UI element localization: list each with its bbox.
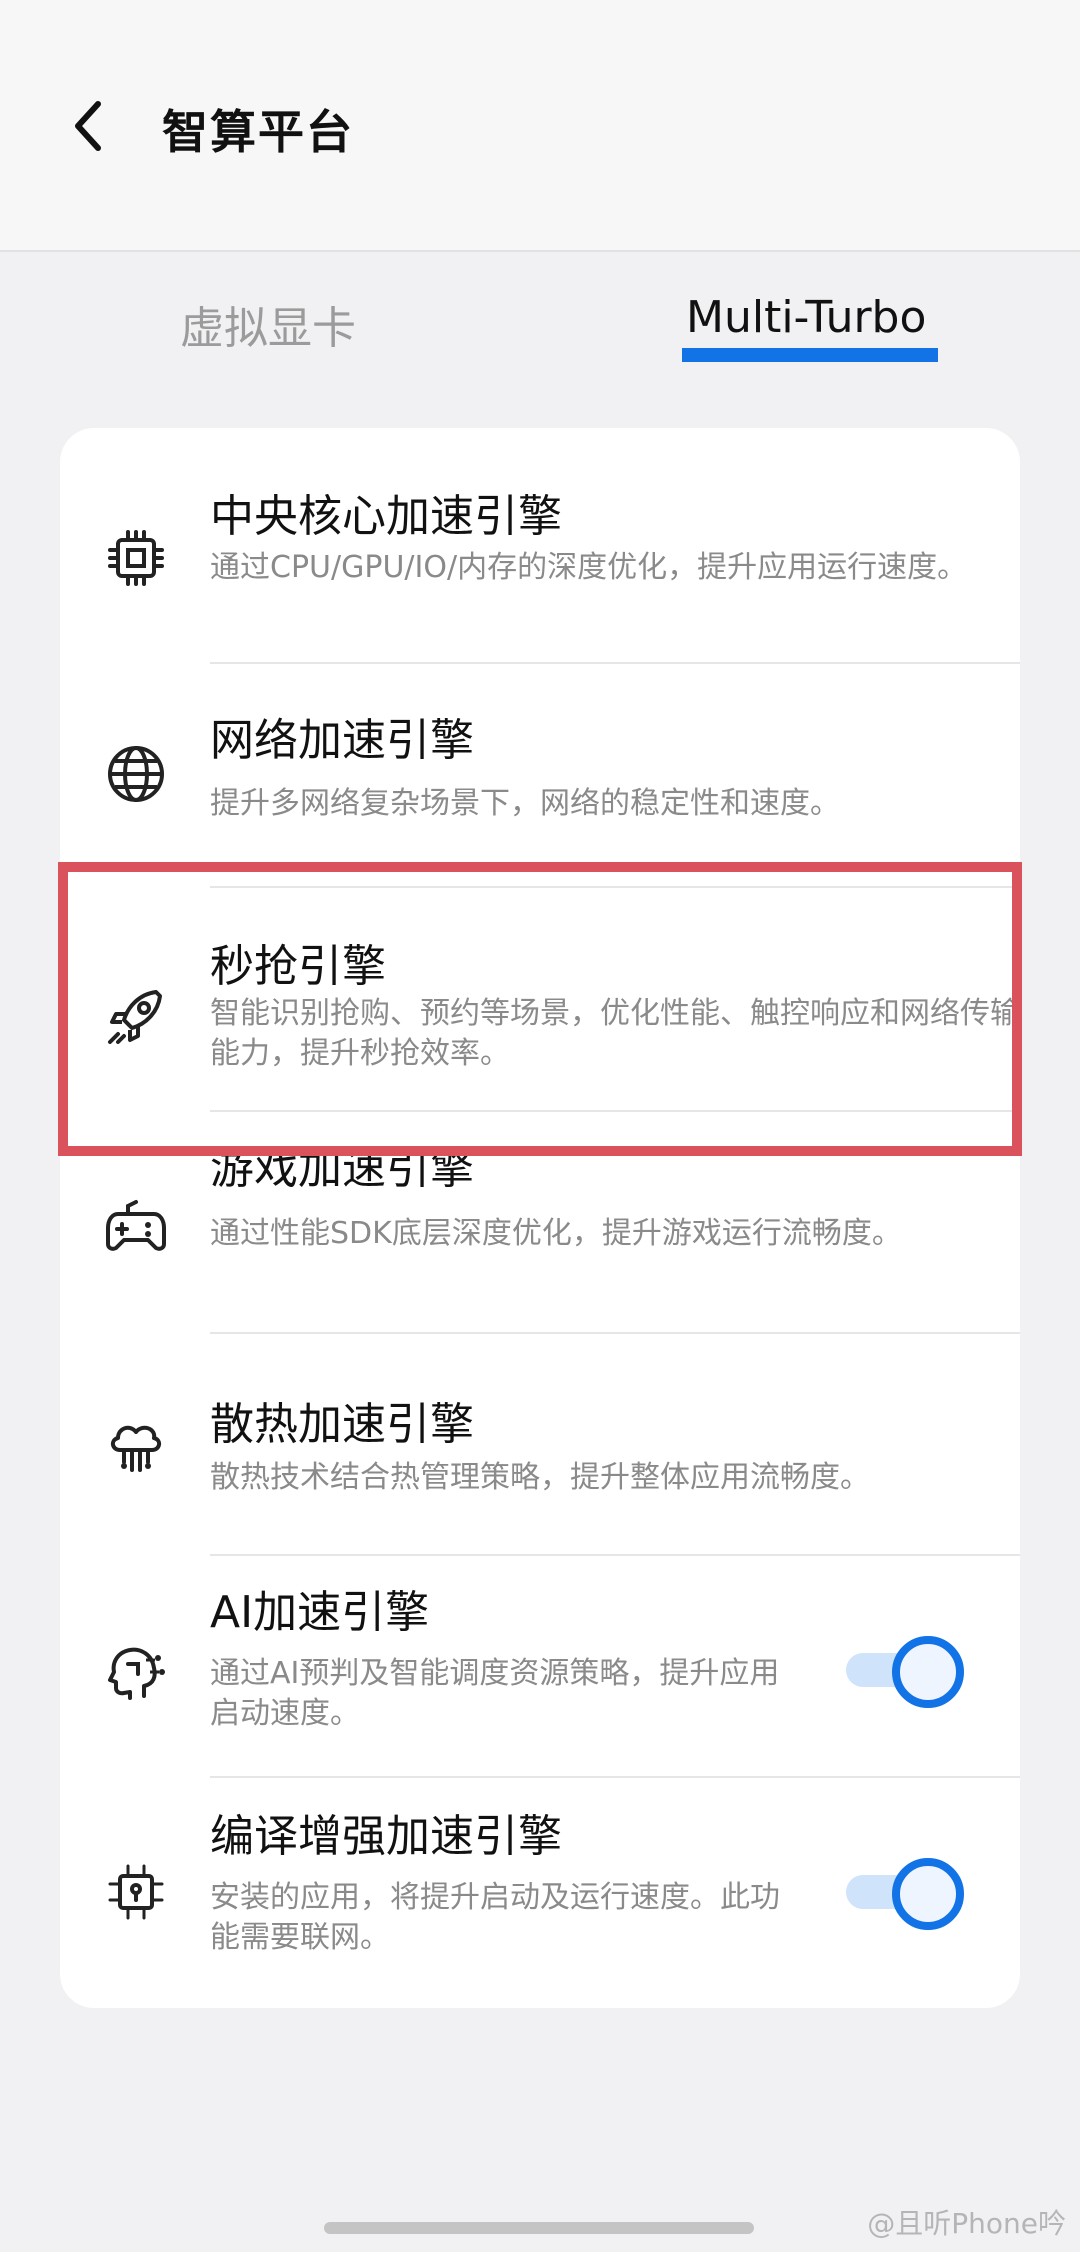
tab-multi-turbo[interactable]: Multi-Turbo — [686, 292, 926, 343]
toggle-knob — [892, 1858, 964, 1930]
engine-row-game[interactable]: 游戏加速引擎 通过性能SDK底层深度优化，提升游戏运行流畅度。 — [60, 1112, 1020, 1334]
chevron-left-icon — [75, 101, 101, 151]
home-gesture-bar[interactable] — [324, 2222, 754, 2234]
ai-head-icon — [108, 1647, 165, 1700]
cloud-cooling-icon — [111, 1425, 161, 1472]
engine-title: AI加速引擎 — [210, 1587, 430, 1638]
engine-title: 散热加速引擎 — [210, 1399, 474, 1450]
engine-row-cpu[interactable]: 中央核心加速引擎 通过CPU/GPU/IO/内存的深度优化，提升应用运行速度。 — [60, 428, 1020, 664]
engine-description: 通过性能SDK底层深度优化，提升游戏运行流畅度。 — [210, 1216, 902, 1251]
engine-description: 通过AI预判及智能调度资源策略，提升应用启动速度。 — [210, 1656, 780, 1731]
engine-description: 智能识别抢购、预约等场景，优化性能、触控响应和网络传输能力，提升秒抢效率。 — [210, 996, 1020, 1071]
engine-title: 编译增强加速引擎 — [210, 1811, 562, 1862]
toggle-knob — [892, 1636, 964, 1708]
cpu-chip-icon — [108, 530, 164, 586]
compile-chip-icon — [108, 1864, 164, 1920]
engine-description: 通过CPU/GPU/IO/内存的深度优化，提升应用运行速度。 — [210, 550, 968, 585]
engine-title: 中央核心加速引擎 — [210, 491, 562, 542]
engine-row-ai[interactable]: AI加速引擎 通过AI预判及智能调度资源策略，提升应用启动速度。 — [60, 1556, 1020, 1778]
tab-bar: 虚拟显卡 Multi-Turbo — [0, 252, 1080, 422]
compile-engine-toggle[interactable] — [846, 1856, 966, 1930]
engine-row-flash-purchase[interactable]: 秒抢引擎 智能识别抢购、预约等场景，优化性能、触控响应和网络传输能力，提升秒抢效… — [60, 888, 1020, 1112]
rocket-icon — [108, 990, 162, 1044]
gamepad-icon — [106, 1200, 166, 1251]
back-button[interactable] — [58, 90, 118, 162]
engine-description: 散热技术结合热管理策略，提升整体应用流畅度。 — [210, 1460, 870, 1495]
engine-description: 提升多网络复杂场景下，网络的稳定性和速度。 — [210, 786, 840, 821]
engine-title: 网络加速引擎 — [210, 715, 474, 766]
page-title: 智算平台 — [162, 105, 354, 159]
tab-selected-indicator — [682, 348, 938, 362]
engine-list-card: 中央核心加速引擎 通过CPU/GPU/IO/内存的深度优化，提升应用运行速度。 … — [60, 428, 1020, 2008]
engine-description: 安装的应用，将提升启动及运行速度。此功能需要联网。 — [210, 1880, 780, 1955]
engine-row-network[interactable]: 网络加速引擎 提升多网络复杂场景下，网络的稳定性和速度。 — [60, 664, 1020, 886]
app-header: 智算平台 — [0, 0, 1080, 252]
engine-row-cooling[interactable]: 散热加速引擎 散热技术结合热管理策略，提升整体应用流畅度。 — [60, 1334, 1020, 1556]
engine-title: 游戏加速引擎 — [210, 1143, 474, 1194]
engine-title: 秒抢引擎 — [210, 941, 386, 992]
ai-engine-toggle[interactable] — [846, 1634, 966, 1708]
watermark: @且听Phone吟 — [867, 2207, 1066, 2240]
globe-icon — [108, 746, 164, 802]
tab-virtual-gpu[interactable]: 虚拟显卡 — [180, 292, 356, 356]
engine-row-compile[interactable]: 编译增强加速引擎 安装的应用，将提升启动及运行速度。此功能需要联网。 — [60, 1778, 1020, 2008]
